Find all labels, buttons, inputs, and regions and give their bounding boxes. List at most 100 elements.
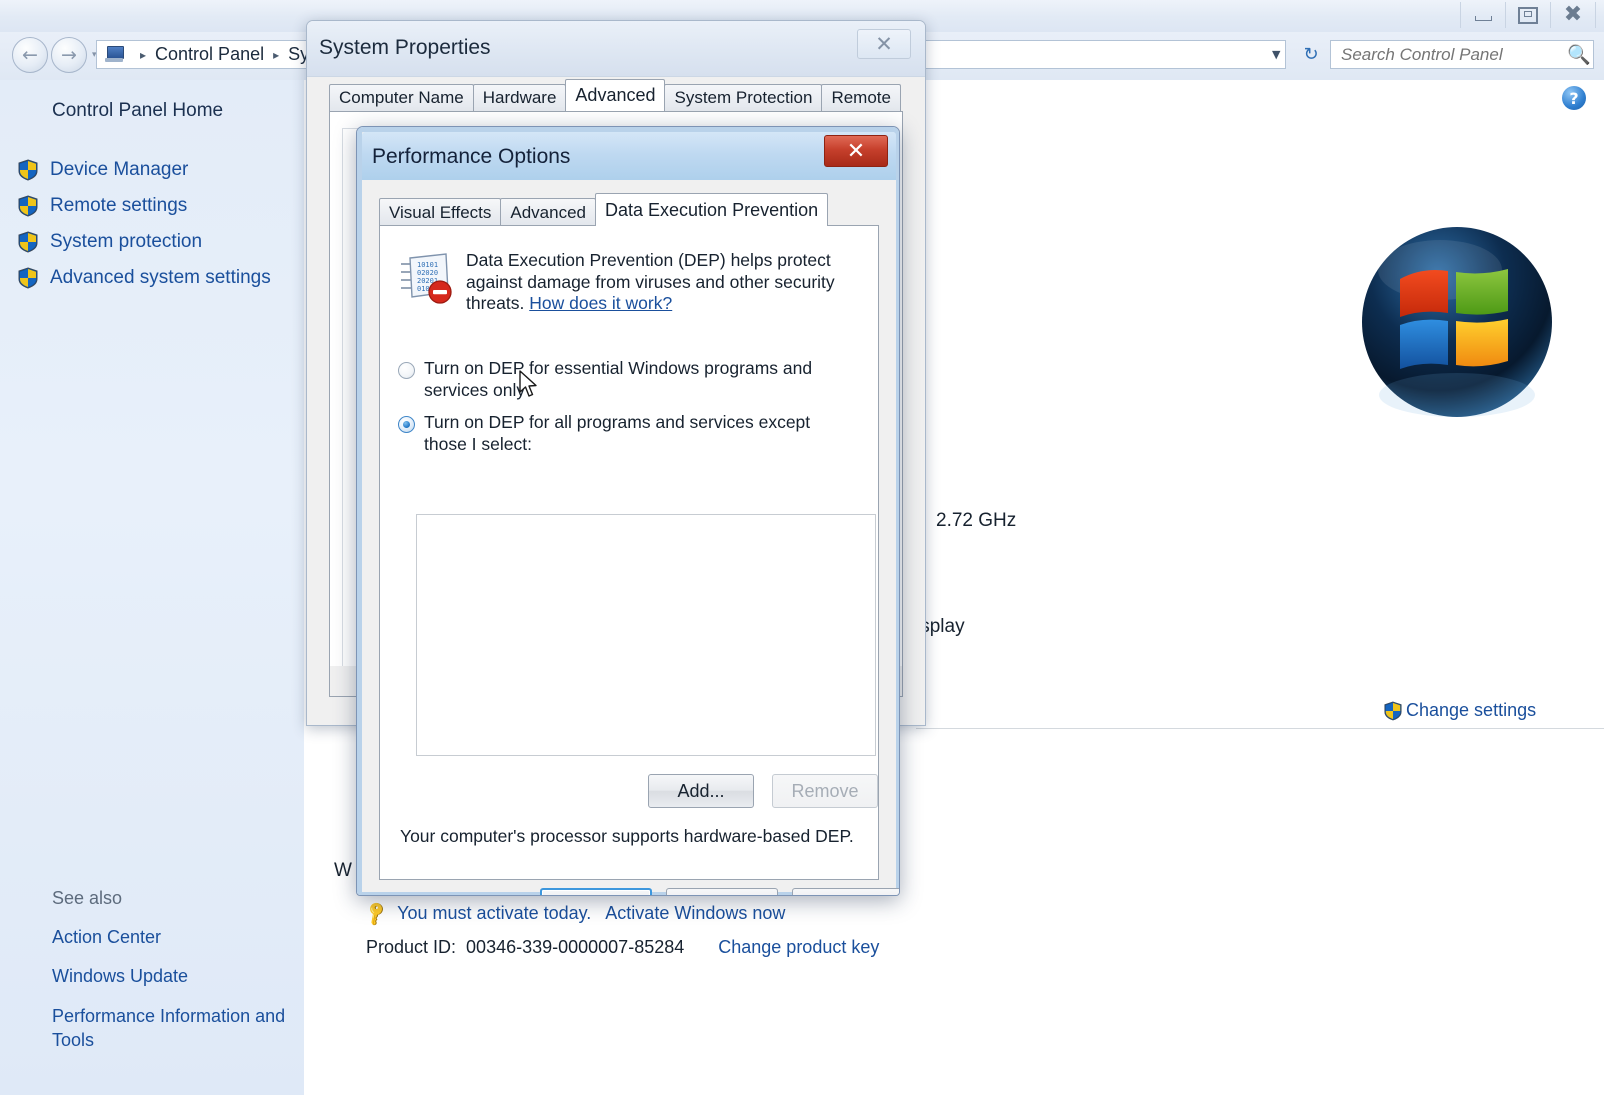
system-properties-title: System Properties <box>319 36 491 59</box>
obscured-text-fragment: W <box>334 860 352 881</box>
remove-button: Remove <box>772 774 878 808</box>
dialog-footer-buttons: OK Cancel Apply <box>540 888 899 895</box>
svg-text:02020: 02020 <box>417 269 438 277</box>
sidebar: Control Panel Home Device Manager Remote… <box>0 80 305 1095</box>
minimize-button[interactable] <box>1460 2 1505 28</box>
product-id-row: Product ID: 00346-339-0000007-85284 Chan… <box>366 937 879 958</box>
computer-icon <box>105 46 125 63</box>
sidebar-item-label: System protection <box>50 231 203 252</box>
performance-options-title: Performance Options <box>372 145 571 168</box>
tab-computer-name[interactable]: Computer Name <box>329 84 474 111</box>
help-icon[interactable]: ? <box>1562 86 1586 110</box>
close-button[interactable]: ✖ <box>1550 2 1596 28</box>
search-box[interactable]: 🔍 <box>1330 40 1594 69</box>
close-icon: ✕ <box>875 32 893 56</box>
dep-list-buttons: Add... Remove <box>648 774 878 808</box>
performance-options-titlebar[interactable]: Performance Options ✕ <box>362 132 896 180</box>
radio-button-icon[interactable] <box>398 416 415 433</box>
dep-status-text: Your computer's processor supports hardw… <box>400 826 854 846</box>
dep-option-label: Turn on DEP for all programs and service… <box>424 412 811 454</box>
system-properties-tabstrip: Computer Name Hardware Advanced System P… <box>329 79 901 111</box>
sidebar-item-label: Remote settings <box>50 195 188 216</box>
performance-options-dialog: Performance Options ✕ Visual Effects Adv… <box>356 126 900 896</box>
change-settings-link[interactable]: Change settings <box>1384 700 1536 721</box>
ok-button[interactable]: OK <box>540 888 652 895</box>
address-dropdown-icon[interactable]: ▼ <box>1272 48 1280 61</box>
tab-remote[interactable]: Remote <box>821 84 901 111</box>
shield-icon <box>1384 701 1402 721</box>
back-arrow-icon: ← <box>22 44 38 66</box>
shield-icon <box>18 267 38 289</box>
tab-visual-effects[interactable]: Visual Effects <box>379 198 502 226</box>
minimize-icon <box>1474 15 1492 21</box>
back-button[interactable]: ← <box>12 37 48 73</box>
see-also-links: Action Center Windows Update Performance… <box>52 925 292 1067</box>
screen: ✖ ← → ▾ ▸ Control Panel ▸ Sy ▼ ↻ Search … <box>0 0 1604 1095</box>
change-settings-label: Change settings <box>1406 700 1537 720</box>
search-icon: 🔍 <box>1567 44 1591 66</box>
dep-option-all-except-selected[interactable]: Turn on DEP for all programs and service… <box>398 412 838 456</box>
close-icon: ✖ <box>1563 2 1583 27</box>
see-also-item-performance-information-and-tools[interactable]: Performance Information and Tools <box>52 1004 292 1053</box>
shield-icon <box>18 195 38 217</box>
tab-hardware[interactable]: Hardware <box>472 84 567 111</box>
activation-status: 🔑 You must activate today. Activate Wind… <box>362 899 785 928</box>
performance-options-tabstrip: Visual Effects Advanced Data Execution P… <box>379 193 829 226</box>
dep-option-essential-only[interactable]: Turn on DEP for essential Windows progra… <box>398 358 838 402</box>
close-button[interactable]: ✕ <box>857 29 911 59</box>
performance-options-body: Visual Effects Advanced Data Execution P… <box>362 180 899 895</box>
tab-data-execution-prevention[interactable]: Data Execution Prevention <box>595 193 829 226</box>
sidebar-item-system-protection[interactable]: System protection <box>18 224 298 260</box>
sidebar-item-advanced-system-settings[interactable]: Advanced system settings <box>18 260 298 296</box>
see-also-item-windows-update[interactable]: Windows Update <box>52 964 292 988</box>
tab-advanced[interactable]: Advanced <box>500 198 596 226</box>
system-properties-titlebar[interactable]: System Properties ✕ <box>307 21 925 77</box>
content-divider <box>916 728 1604 729</box>
dep-how-does-it-work-link[interactable]: How does it work? <box>529 293 672 313</box>
tab-advanced[interactable]: Advanced <box>565 79 666 111</box>
navigation-buttons: ← → ▾ <box>12 37 97 73</box>
windows-orb-logo <box>1360 225 1555 420</box>
see-also-item-action-center[interactable]: Action Center <box>52 925 292 949</box>
data-execution-prevention-panel: 10101 02020 20201 01010 Data Execution P… <box>379 225 879 880</box>
add-button[interactable]: Add... <box>648 774 754 808</box>
dep-option-label: Turn on DEP for essential Windows progra… <box>424 358 813 400</box>
shield-icon <box>18 231 38 253</box>
cpu-speed-value: 2.72 GHz <box>936 510 1017 531</box>
dep-shield-icon: 10101 02020 20201 01010 <box>398 248 456 304</box>
sidebar-item-label: Device Manager <box>50 159 189 180</box>
change-product-key-link[interactable]: Change product key <box>718 937 879 958</box>
product-id-label: Product ID: <box>366 937 457 957</box>
breadcrumb-separator-icon-2: ▸ <box>273 47 280 62</box>
sidebar-links: Device Manager Remote settings System pr… <box>18 152 298 296</box>
sidebar-item-device-manager[interactable]: Device Manager <box>18 152 298 188</box>
forward-arrow-icon: → <box>61 44 77 66</box>
activation-message: You must activate today. <box>397 903 592 923</box>
maximize-button[interactable] <box>1505 2 1550 28</box>
maximize-icon <box>1518 6 1538 24</box>
sidebar-item-label: Advanced system settings <box>50 267 271 288</box>
tab-system-protection[interactable]: System Protection <box>664 84 823 111</box>
forward-button[interactable]: → <box>51 37 87 73</box>
key-icon: 🔑 <box>362 899 391 928</box>
apply-button[interactable]: Apply <box>792 888 899 895</box>
window-controls: ✖ <box>1460 0 1596 30</box>
activate-windows-link[interactable]: Activate Windows now <box>605 903 785 924</box>
sidebar-item-control-panel-home[interactable]: Control Panel Home <box>52 100 223 122</box>
refresh-icon[interactable]: ↻ <box>1298 44 1324 66</box>
cancel-button[interactable]: Cancel <box>666 888 778 895</box>
search-input[interactable] <box>1339 43 1567 66</box>
svg-text:10101: 10101 <box>417 261 438 269</box>
breadcrumb-separator-icon: ▸ <box>140 47 147 62</box>
dep-exceptions-list[interactable] <box>416 514 876 756</box>
breadcrumb-item-control-panel[interactable]: Control Panel <box>155 44 264 65</box>
dep-description-block: 10101 02020 20201 01010 Data Execution P… <box>398 248 860 315</box>
product-id-value: 00346-339-0000007-85284 <box>466 937 685 957</box>
see-also-heading: See also <box>52 888 123 908</box>
shield-icon <box>18 159 38 181</box>
radio-button-icon[interactable] <box>398 362 415 379</box>
close-icon: ✕ <box>846 138 866 164</box>
dep-description: Data Execution Prevention (DEP) helps pr… <box>466 248 860 315</box>
sidebar-item-remote-settings[interactable]: Remote settings <box>18 188 298 224</box>
close-button[interactable]: ✕ <box>824 135 888 167</box>
